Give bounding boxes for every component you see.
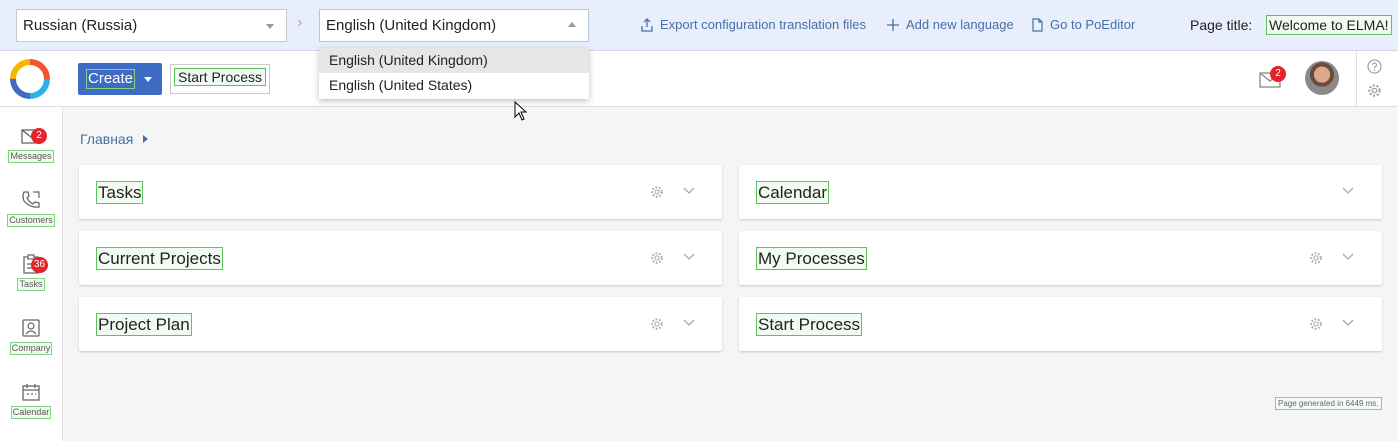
sidebar-item-customers[interactable]: Customers [0,171,62,235]
source-language-value: Russian (Russia) [23,17,138,34]
sidebar-item-calendar[interactable]: Calendar [0,363,62,427]
language-option[interactable]: English (United States) [319,73,589,98]
start-process-label: Start Process [174,68,267,86]
calendar-icon [22,384,40,401]
chevron-right-icon: › [297,14,303,31]
language-dropdown-list: English (United Kingdom) English (United… [319,48,589,99]
portlet-tasks: Tasks [79,165,722,219]
add-language-label: Add new language [906,17,1014,32]
gear-icon[interactable] [650,317,664,331]
target-language-select[interactable]: English (United Kingdom) [319,9,589,42]
messages-sidebar-badge: 2 [31,128,47,144]
chevron-down-icon[interactable] [683,319,695,327]
app-header: Create Start Process 2 [0,51,1398,107]
gear-icon[interactable] [1309,251,1323,265]
tasks-sidebar-badge: 36 [31,257,49,273]
page-title-value[interactable]: Welcome to ELMA! [1266,15,1392,35]
chevron-down-icon [144,77,152,82]
language-option[interactable]: English (United Kingdom) [319,48,589,73]
avatar[interactable] [1305,61,1339,95]
export-translation-link[interactable]: Export configuration translation files [640,17,866,32]
portlet-my-processes: My Processes [739,231,1382,285]
caret-right-icon[interactable] [143,135,149,143]
poeditor-label: Go to PoEditor [1050,17,1136,32]
phone-icon [22,191,40,208]
plus-icon [887,18,899,31]
portlet-start-process: Start Process [739,297,1382,351]
create-button[interactable]: Create [78,63,162,95]
export-icon [641,17,653,32]
sidebar-item-label: Tasks [17,278,45,291]
portlet-calendar: Calendar [739,165,1382,219]
gear-icon[interactable] [1309,317,1323,331]
create-label: Create [86,69,136,89]
page-title-label: Page title: [1190,17,1253,33]
source-language-select[interactable]: Russian (Russia) [16,9,287,42]
chevron-down-icon[interactable] [683,187,695,195]
help-icon[interactable] [1367,59,1382,74]
chevron-down-icon [266,24,274,29]
sidebar-item-label: Calendar [10,406,52,419]
add-language-link[interactable]: Add new language [886,17,1014,32]
export-translation-label: Export configuration translation files [660,17,866,32]
chevron-down-icon[interactable] [1342,319,1354,327]
chevron-down-icon[interactable] [1342,253,1354,261]
target-language-value: English (United Kingdom) [326,17,497,34]
header-divider [1356,51,1357,107]
portlet-title[interactable]: Calendar [756,181,829,204]
sidebar-item-label: Customers [7,214,55,227]
breadcrumb: Главная [80,131,149,147]
breadcrumb-home-link[interactable]: Главная [80,131,133,147]
translation-toolbar: Russian (Russia) › English (United Kingd… [0,0,1398,51]
chevron-down-icon[interactable] [1342,187,1354,195]
gear-icon[interactable] [1367,83,1382,98]
chevron-down-icon[interactable] [683,253,695,261]
sidebar-item-company[interactable]: Company [0,299,62,363]
chevron-up-icon [568,22,576,27]
company-icon [22,319,40,337]
elma-logo [10,59,50,99]
portlet-project-plan: Project Plan [79,297,722,351]
gear-icon[interactable] [650,251,664,265]
sidebar-item-label: Company [9,342,53,355]
mouse-pointer-icon [514,101,528,121]
sidebar: Messages 2 Customers Tasks 36 Company Ca… [0,107,63,441]
document-icon [1032,17,1043,32]
portlet-current-projects: Current Projects [79,231,722,285]
sidebar-item-label: Messages [8,150,54,163]
portlet-title[interactable]: Current Projects [96,247,223,270]
portlet-title[interactable]: Project Plan [96,313,192,336]
messages-badge: 2 [1270,66,1286,82]
gear-icon[interactable] [650,185,664,199]
start-process-button[interactable]: Start Process [170,64,271,94]
poeditor-link[interactable]: Go to PoEditor [1030,17,1135,32]
portlet-title[interactable]: Start Process [756,313,863,336]
portlet-title[interactable]: Tasks [96,181,144,204]
page-generated-note: Page generated in 6449 ms. [1275,397,1382,410]
portlet-title[interactable]: My Processes [756,247,867,270]
